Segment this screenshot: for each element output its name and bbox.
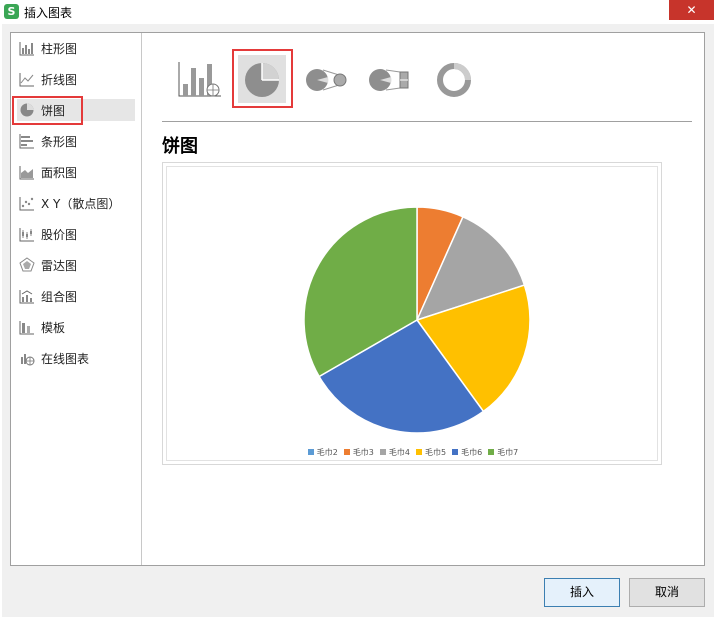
sidebar-item-radar[interactable]: 雷达图 [17, 254, 135, 276]
stock-chart-icon [19, 226, 35, 242]
legend-label: 毛巾5 [425, 447, 447, 457]
area-chart-icon [19, 164, 35, 180]
sidebar-item-area[interactable]: 面积图 [17, 161, 135, 183]
legend-label: 毛巾3 [352, 447, 374, 457]
sidebar-item-label: 股价图 [41, 227, 78, 242]
legend-item: 毛巾4 [379, 447, 410, 458]
online-chart-icon [19, 350, 35, 366]
legend-swatch [488, 449, 495, 455]
sidebar-item-label: 条形图 [41, 134, 78, 149]
insert-button[interactable]: 插入 [544, 578, 620, 607]
sidebar-item-label: 模板 [41, 320, 66, 335]
sidebar-item-label: 面积图 [41, 165, 78, 180]
doughnut-icon[interactable] [430, 56, 478, 104]
sidebar-divider [141, 33, 142, 565]
legend-label: 毛巾6 [461, 447, 483, 457]
legend-item: 毛巾6 [452, 447, 482, 458]
legend-swatch [416, 449, 422, 455]
legend-item: 毛巾2 [307, 447, 338, 458]
line-chart-icon [19, 71, 35, 87]
combo-chart-icon [19, 288, 35, 304]
pie-of-pie-icon[interactable] [303, 56, 351, 104]
legend-swatch [307, 449, 314, 455]
legend-item: 毛巾7 [488, 447, 518, 458]
sidebar-item-stock[interactable]: 股价图 [17, 223, 135, 245]
sidebar-item-column[interactable]: 柱形图 [17, 37, 135, 59]
column-chart-thumb-icon[interactable] [175, 56, 223, 104]
section-divider [162, 121, 692, 122]
legend-item: 毛巾5 [416, 447, 446, 458]
cancel-button[interactable]: 取消 [629, 578, 705, 607]
sidebar-item-bar[interactable]: 条形图 [17, 130, 135, 152]
section-title: 饼图 [162, 136, 198, 157]
legend-label: 毛巾2 [316, 447, 338, 457]
sidebar-selection-highlight [12, 96, 83, 125]
sidebar-item-label: 雷达图 [41, 258, 78, 273]
column-chart-icon [19, 40, 35, 56]
sidebar-item-template[interactable]: 模板 [17, 316, 135, 338]
chart-legend: 毛巾2 毛巾3 毛巾4 毛巾5 毛巾6 毛巾7 [167, 445, 659, 459]
scatter-chart-icon [19, 195, 35, 211]
legend-item: 毛巾3 [343, 447, 374, 458]
sidebar-item-combo[interactable]: 组合图 [17, 285, 135, 307]
legend-swatch [343, 449, 350, 455]
sidebar-item-line[interactable]: 折线图 [17, 68, 135, 90]
sidebar-item-label: 组合图 [41, 289, 78, 304]
legend-label: 毛巾4 [388, 447, 410, 457]
pie-chart [303, 206, 531, 434]
chart-preview: 毛巾2 毛巾3 毛巾4 毛巾5 毛巾6 毛巾7 [162, 162, 662, 465]
sidebar-item-label: X Y（散点图） [41, 196, 121, 211]
legend-swatch [452, 449, 459, 455]
title-bar: 插入图表 ✕ [0, 0, 716, 24]
bar-chart-icon [19, 133, 35, 149]
chart-preview-inner: 毛巾2 毛巾3 毛巾4 毛巾5 毛巾6 毛巾7 [166, 166, 658, 461]
sidebar-item-label: 柱形图 [41, 41, 78, 56]
legend-swatch [379, 449, 386, 455]
sidebar-item-label: 折线图 [41, 72, 78, 87]
sidebar-item-label: 在线图表 [41, 351, 90, 366]
bar-of-pie-icon[interactable] [366, 56, 414, 104]
legend-label: 毛巾7 [497, 447, 519, 457]
template-icon [19, 319, 35, 335]
subtype-selection-highlight [232, 49, 293, 108]
sidebar-item-online[interactable]: 在线图表 [17, 347, 135, 369]
window-title: 插入图表 [24, 6, 73, 20]
radar-chart-icon [19, 257, 35, 273]
wps-app-icon [4, 4, 19, 19]
sidebar-item-scatter[interactable]: X Y（散点图） [17, 192, 135, 214]
close-button[interactable]: ✕ [669, 0, 714, 20]
